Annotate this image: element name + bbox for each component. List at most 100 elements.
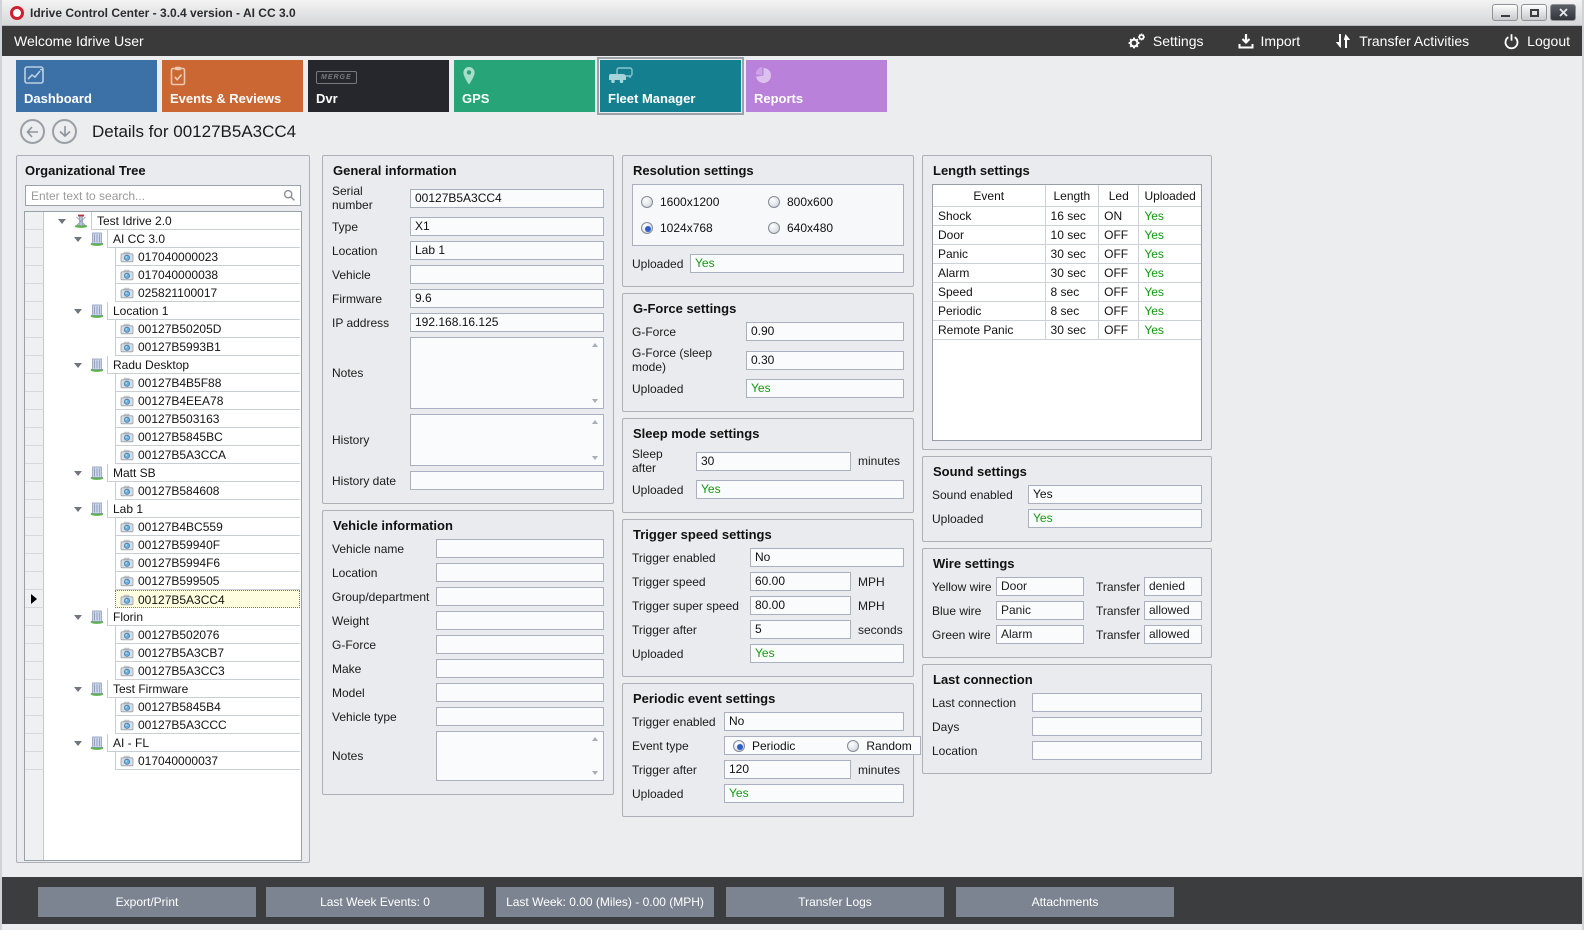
wire-event-field[interactable]: Panic	[996, 601, 1084, 620]
field-value[interactable]	[410, 471, 604, 490]
back-button[interactable]	[20, 119, 45, 144]
tree-row-matt-sb[interactable]: Matt SB	[25, 464, 301, 482]
field-value[interactable]	[436, 539, 604, 558]
field-value[interactable]: 80.00	[750, 596, 851, 615]
tree-row-00127b5993b1[interactable]: 00127B5993B1	[25, 338, 301, 356]
field-value[interactable]	[436, 707, 604, 726]
wire-event-field[interactable]: Alarm	[996, 625, 1084, 644]
bottom-button-export-print[interactable]: Export/Print	[38, 887, 256, 917]
field-value[interactable]: 00127B5A3CC4	[410, 189, 604, 208]
table-row-panic[interactable]: Panic30 secOFFYes	[933, 245, 1201, 264]
resolution-option-1600x1200[interactable]: 1600x1200	[641, 195, 768, 209]
toolbar-action-settings[interactable]: Settings	[1127, 33, 1204, 50]
field-value[interactable]: Lab 1	[410, 241, 604, 260]
tree-row-florin[interactable]: Florin	[25, 608, 301, 626]
radio-icon[interactable]	[641, 222, 653, 234]
tree-row-017040000023[interactable]: 017040000023	[25, 248, 301, 266]
field-value[interactable]	[436, 587, 604, 606]
resolution-option-1024x768[interactable]: 1024x768	[641, 221, 768, 235]
field-value[interactable]: 5	[750, 620, 851, 639]
tree-row-00127b5a3ccc[interactable]: 00127B5A3CCC	[25, 716, 301, 734]
wire-transfer-field[interactable]: denied	[1144, 577, 1202, 596]
expand-arrow-icon[interactable]	[74, 471, 82, 476]
radio-icon[interactable]	[768, 222, 780, 234]
field-value[interactable]: 192.168.16.125	[410, 313, 604, 332]
bottom-button-last-week-events-0[interactable]: Last Week Events: 0	[266, 887, 484, 917]
tree-row-00127b5a3cc3[interactable]: 00127B5A3CC3	[25, 662, 301, 680]
table-row-periodic[interactable]: Periodic8 secOFFYes	[933, 302, 1201, 321]
field-value[interactable]: 60.00	[750, 572, 851, 591]
tree-row-00127b5994f6[interactable]: 00127B5994F6	[25, 554, 301, 572]
tree-row-00127b59940f[interactable]: 00127B59940F	[25, 536, 301, 554]
tree-row-test-firmware[interactable]: Test Firmware	[25, 680, 301, 698]
tree-row-ai-fl[interactable]: AI - FL	[25, 734, 301, 752]
tree-row-location-1[interactable]: Location 1	[25, 302, 301, 320]
tree-row-ai-cc-3-0[interactable]: AI CC 3.0	[25, 230, 301, 248]
bottom-button-attachments[interactable]: Attachments	[956, 887, 1174, 917]
field-value[interactable]	[1032, 693, 1202, 712]
tree-row-00127b5845b4[interactable]: 00127B5845B4	[25, 698, 301, 716]
close-icon[interactable]	[1550, 4, 1576, 21]
tree-row-radu-desktop[interactable]: Radu Desktop	[25, 356, 301, 374]
maximize-icon[interactable]	[1521, 4, 1547, 21]
expand-arrow-icon[interactable]	[74, 687, 82, 692]
resolution-option-640x480[interactable]: 640x480	[768, 221, 895, 235]
table-row-door[interactable]: Door10 secOFFYes	[933, 226, 1201, 245]
search-input[interactable]	[26, 186, 300, 205]
expand-arrow-icon[interactable]	[74, 237, 82, 242]
field-value[interactable]	[436, 659, 604, 678]
toolbar-action-logout[interactable]: Logout	[1503, 33, 1570, 50]
field-value[interactable]	[410, 265, 604, 284]
radio-icon[interactable]	[641, 196, 653, 208]
radio-icon[interactable]	[768, 196, 780, 208]
tree-row-025821100017[interactable]: 025821100017	[25, 284, 301, 302]
expand-arrow-icon[interactable]	[74, 741, 82, 746]
field-value[interactable]	[1032, 741, 1202, 760]
field-value[interactable]	[436, 635, 604, 654]
field-value[interactable]	[436, 563, 604, 582]
expand-arrow-icon[interactable]	[58, 219, 66, 224]
minimize-icon[interactable]	[1492, 4, 1518, 21]
radio-option-periodic[interactable]: Periodic	[733, 739, 795, 753]
expand-arrow-icon[interactable]	[74, 615, 82, 620]
down-button[interactable]	[52, 119, 77, 144]
table-row-alarm[interactable]: Alarm30 secOFFYes	[933, 264, 1201, 283]
radio-icon[interactable]	[847, 740, 859, 752]
text-area-field[interactable]	[410, 414, 604, 466]
tile-gps[interactable]: GPS	[454, 60, 595, 112]
text-area-field[interactable]	[436, 731, 604, 781]
toolbar-action-transfer-activities[interactable]: Transfer Activities	[1334, 32, 1469, 50]
tree-row-00127b4b5f88[interactable]: 00127B4B5F88	[25, 374, 301, 392]
wire-transfer-field[interactable]: allowed	[1144, 625, 1202, 644]
tree-row-00127b5a3cb7[interactable]: 00127B5A3CB7	[25, 644, 301, 662]
tree-row-00127b5a3cc4[interactable]: 00127B5A3CC4	[25, 590, 301, 608]
field-value[interactable]	[436, 611, 604, 630]
tile-dashboard[interactable]: Dashboard	[16, 60, 157, 112]
bottom-button-transfer-logs[interactable]: Transfer Logs	[726, 887, 944, 917]
field-value[interactable]: X1	[410, 217, 604, 236]
field-value[interactable]: Yes	[1028, 485, 1202, 504]
field-value[interactable]: 9.6	[410, 289, 604, 308]
tree-row-00127b4bc559[interactable]: 00127B4BC559	[25, 518, 301, 536]
tree-row-00127b584608[interactable]: 00127B584608	[25, 482, 301, 500]
tree-row-00127b5a3cca[interactable]: 00127B5A3CCA	[25, 446, 301, 464]
tree-row-00127b503163[interactable]: 00127B503163	[25, 410, 301, 428]
tree-row-00127b5845bc[interactable]: 00127B5845BC	[25, 428, 301, 446]
field-value[interactable]	[436, 683, 604, 702]
tree-row-017040000037[interactable]: 017040000037	[25, 752, 301, 770]
field-value[interactable]: 30	[696, 452, 851, 471]
toolbar-action-import[interactable]: Import	[1238, 33, 1301, 50]
radio-icon[interactable]	[733, 740, 745, 752]
field-value[interactable]: 120	[724, 760, 851, 779]
field-value[interactable]: 0.30	[746, 351, 904, 370]
expand-arrow-icon[interactable]	[74, 363, 82, 368]
expand-arrow-icon[interactable]	[74, 309, 82, 314]
tree-row-00127b599505[interactable]: 00127B599505	[25, 572, 301, 590]
text-area-field[interactable]	[410, 337, 604, 409]
radio-option-random[interactable]: Random	[847, 739, 911, 753]
tree-row-017040000038[interactable]: 017040000038	[25, 266, 301, 284]
tile-events-reviews[interactable]: Events & Reviews	[162, 60, 303, 112]
table-row-remote-panic[interactable]: Remote Panic30 secOFFYes	[933, 321, 1201, 340]
tree-row-test-idrive-2-0[interactable]: Test Idrive 2.0	[25, 212, 301, 230]
expand-arrow-icon[interactable]	[74, 507, 82, 512]
